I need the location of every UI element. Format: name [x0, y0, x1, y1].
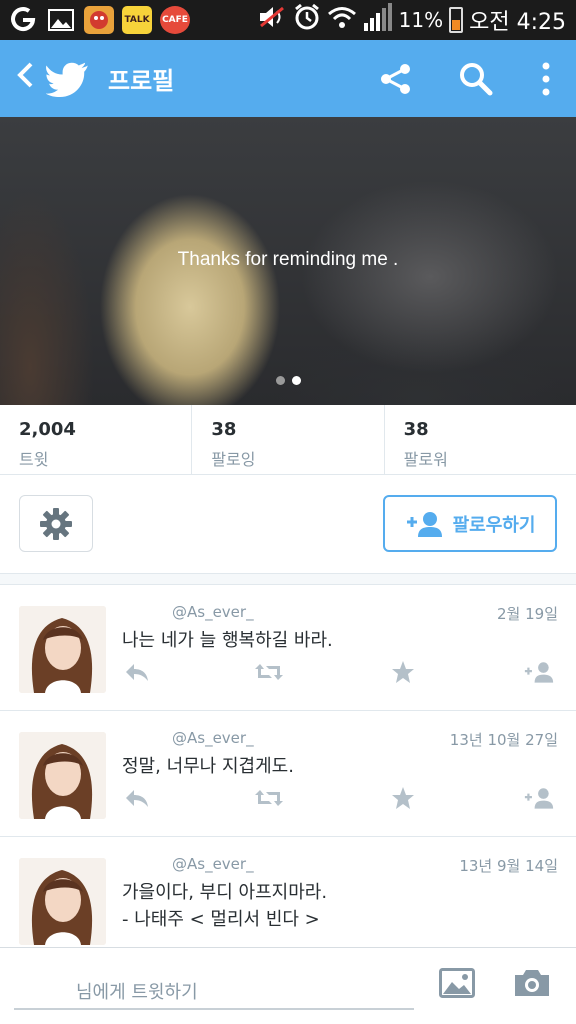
stat-label: 팔로잉 [211, 450, 256, 469]
signal-icon [363, 3, 393, 37]
kakaotalk-icon: TALK [122, 6, 152, 34]
stat-followers[interactable]: 38 팔로워 [385, 405, 576, 474]
follow-user-icon[interactable] [524, 785, 554, 811]
stat-label: 팔로워 [403, 450, 448, 469]
back-button[interactable] [8, 61, 42, 97]
settings-button[interactable] [19, 495, 93, 552]
retweet-icon[interactable] [254, 659, 284, 685]
search-icon [460, 62, 493, 95]
tweet-time: 13년 10월 27일 [449, 731, 558, 749]
avatar[interactable] [19, 858, 106, 945]
more-icon [542, 62, 550, 95]
tweet-time: 13년 9월 14일 [459, 857, 558, 875]
tweet-composer: 님에게 트윗하기 [0, 947, 576, 1024]
reply-icon[interactable] [122, 659, 152, 685]
camera-icon [515, 970, 549, 996]
gallery-icon [46, 6, 76, 34]
tweet-item[interactable]: @As_ever_ 13년 9월 14일 가을이다, 부디 아프지마라. - 나… [0, 837, 576, 947]
section-divider [0, 573, 576, 585]
cafe-app-icon: CAFE [160, 6, 190, 34]
reply-icon[interactable] [122, 785, 152, 811]
tweet-timeline: @As_ever_ 2월 19일 나는 네가 늘 행복하길 바라. @As_ev… [0, 585, 576, 947]
page-title: 프로필 [108, 67, 175, 95]
status-bar: TALK CAFE 11% 오전 4:25 [0, 0, 576, 40]
add-user-icon [406, 511, 442, 537]
tweet-item[interactable]: @As_ever_ 13년 10월 27일 정말, 너무나 지겹게도. [0, 711, 576, 837]
gear-icon [40, 507, 72, 540]
camera-button[interactable] [512, 966, 552, 1000]
follow-label: 팔로우하기 [452, 514, 536, 536]
smart-launcher-icon [8, 6, 38, 34]
favorite-icon[interactable] [388, 785, 418, 811]
stat-value: 2,004 [19, 419, 76, 440]
follow-button[interactable]: 팔로우하기 [383, 495, 557, 552]
avatar[interactable] [19, 732, 106, 819]
tweet-text: 가을이다, 부디 아프지마라. - 나태주 < 멀리서 빈다 > [122, 882, 328, 930]
follow-user-icon[interactable] [524, 659, 554, 685]
page-dot [275, 376, 285, 385]
compose-input[interactable]: 님에게 트윗하기 [14, 968, 414, 1010]
tweet-handle[interactable]: @As_ever_ [172, 603, 254, 621]
game-app-icon [84, 6, 114, 34]
profile-actions: 팔로우하기 [0, 475, 576, 573]
page-dot-active [291, 376, 301, 385]
tweet-handle[interactable]: @As_ever_ [172, 729, 254, 747]
stat-value: 38 [211, 419, 237, 440]
stat-label: 트윗 [19, 450, 49, 469]
retweet-icon[interactable] [254, 785, 284, 811]
tweet-handle[interactable]: @As_ever_ [172, 855, 254, 873]
page-indicator [0, 376, 576, 385]
share-icon [381, 63, 410, 94]
notification-icons: TALK CAFE [0, 6, 190, 34]
clock: 오전 4:25 [469, 10, 566, 35]
profile-banner[interactable]: Thanks for reminding me . [0, 117, 576, 405]
more-button[interactable] [516, 40, 576, 117]
chevron-left-icon [17, 62, 33, 87]
tweet-time: 2월 19일 [497, 605, 558, 623]
avatar[interactable] [19, 606, 106, 693]
battery-icon [449, 7, 464, 33]
add-photo-button[interactable] [437, 966, 477, 1000]
share-button[interactable] [356, 40, 436, 117]
stat-tweets[interactable]: 2,004 트윗 [0, 405, 193, 474]
wifi-icon [327, 5, 357, 35]
image-icon [439, 968, 475, 998]
search-button[interactable] [436, 40, 516, 117]
profile-bio: Thanks for reminding me . [177, 249, 399, 270]
app-bar: 프로필 [0, 40, 576, 117]
twitter-bird-icon[interactable] [46, 61, 90, 97]
tweet-text: 나는 네가 늘 행복하길 바라. [122, 630, 333, 651]
battery-percent: 11% [398, 8, 444, 32]
stat-following[interactable]: 38 팔로잉 [192, 405, 385, 474]
favorite-icon[interactable] [388, 659, 418, 685]
stat-value: 38 [403, 419, 429, 440]
alarm-icon [293, 3, 321, 37]
tweet-actions [122, 785, 558, 811]
tweet-text: 정말, 너무나 지겹게도. [122, 756, 294, 777]
mute-icon [257, 4, 287, 36]
tweet-actions [122, 659, 558, 685]
profile-stats: 2,004 트윗 38 팔로잉 38 팔로워 [0, 405, 576, 475]
tweet-item[interactable]: @As_ever_ 2월 19일 나는 네가 늘 행복하길 바라. [0, 585, 576, 711]
